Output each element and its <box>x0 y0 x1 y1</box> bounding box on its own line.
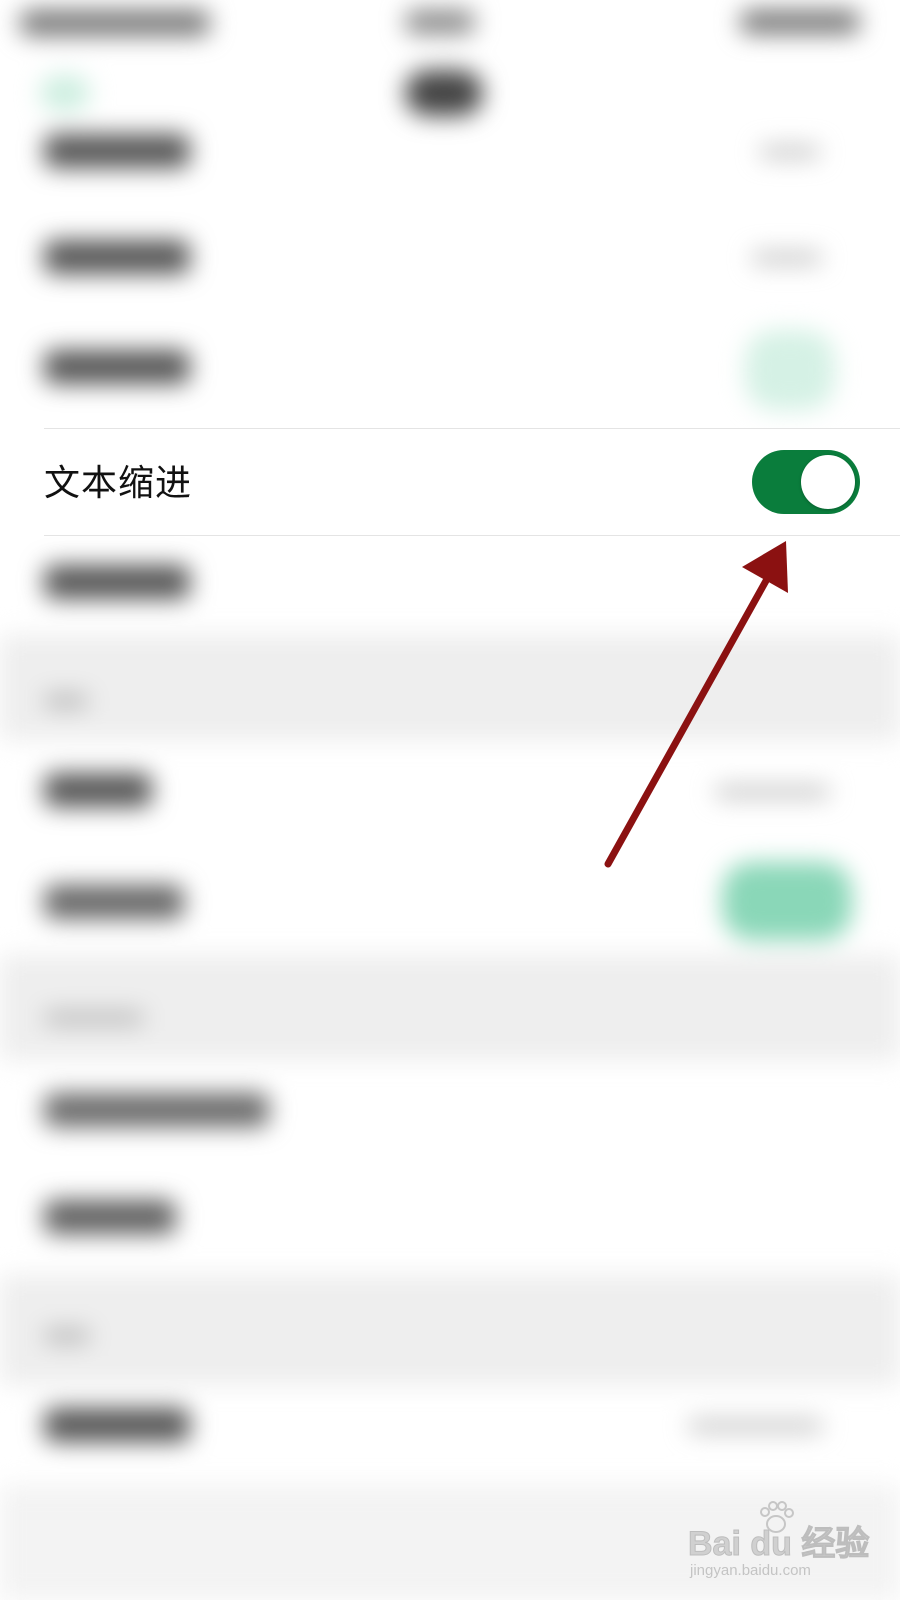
paw-icon <box>760 1501 794 1533</box>
blurred-row-label <box>44 240 190 274</box>
text-indent-setting-row: 文本缩进 <box>0 428 900 536</box>
blurred-row-label <box>44 1408 190 1442</box>
baidu-jingyan-watermark: Bai du 经验 jingyan.baidu.com <box>687 1498 888 1588</box>
blurred-toggle <box>745 330 835 410</box>
section-gap <box>0 635 900 740</box>
toggle-knob[interactable] <box>801 455 855 509</box>
watermark-url: jingyan.baidu.com <box>690 1562 811 1579</box>
blurred-row-label <box>44 350 190 384</box>
blurred-row-value <box>715 786 830 798</box>
blurred-row-label <box>44 773 152 807</box>
blurred-icon <box>40 75 90 111</box>
blurred-row-label <box>44 1200 176 1234</box>
blurred-settings-list <box>0 0 900 1600</box>
blurred-row-value <box>760 146 820 158</box>
row-divider-top <box>44 428 900 429</box>
blurred-row-label <box>44 134 190 168</box>
text-indent-label: 文本缩进 <box>44 463 193 504</box>
blurred-row-value <box>688 1420 823 1432</box>
blurred-header <box>405 70 483 116</box>
status-bar-blur <box>405 10 475 34</box>
row-divider-bottom <box>44 535 900 536</box>
status-bar-blur <box>740 10 860 34</box>
section-gap <box>0 955 900 1060</box>
status-bar-blur <box>20 10 210 36</box>
blurred-toggle <box>722 862 852 940</box>
blurred-row-label <box>44 885 184 919</box>
section-gap <box>0 1275 900 1385</box>
blurred-row-label <box>44 565 190 599</box>
blurred-row-label <box>44 1093 269 1127</box>
section-header-blur <box>44 695 88 707</box>
text-indent-toggle[interactable] <box>752 450 860 514</box>
section-header-blur <box>44 1012 144 1024</box>
blurred-row-value <box>752 252 822 264</box>
section-header-blur <box>44 1330 90 1342</box>
